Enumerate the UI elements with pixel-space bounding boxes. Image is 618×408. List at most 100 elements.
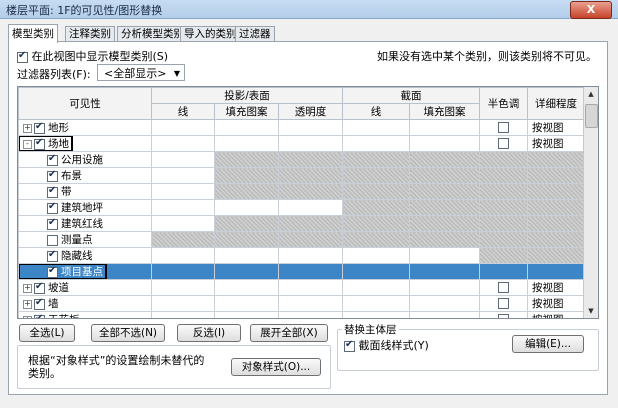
cut-line-cell[interactable] [342,119,410,136]
detail-level-cell[interactable]: 按视图 [527,119,585,136]
category-name-cell[interactable]: 带 [18,183,152,200]
header-visibility[interactable]: 可见性 [18,87,152,120]
transparency-cell[interactable] [278,119,343,136]
tab-filters[interactable]: 过滤器 [235,26,275,42]
detail-level-cell[interactable] [527,167,585,184]
vertical-scrollbar[interactable]: ▲ ▼ [583,87,598,318]
category-name-cell[interactable]: 项目基点 [18,263,152,280]
category-checkbox[interactable] [47,217,58,230]
category-checkbox[interactable] [47,185,58,198]
proj-fill-cell[interactable] [214,263,279,280]
cut-line-cell[interactable] [342,311,410,318]
proj-fill-cell[interactable] [214,311,279,318]
category-row[interactable]: 测量点 [18,231,585,248]
cut-fill-cell[interactable] [409,279,480,296]
proj-fill-cell[interactable] [214,199,279,216]
proj-line-cell[interactable] [151,199,215,216]
category-name-cell[interactable]: - 场地 [18,135,152,152]
select-none-button[interactable]: 全部不选(N) [91,324,165,342]
category-checkbox[interactable] [47,234,58,246]
proj-line-cell[interactable] [151,167,215,184]
proj-fill-cell[interactable] [214,167,279,184]
detail-level-cell[interactable] [527,231,585,248]
collapse-icon[interactable]: - [23,139,32,149]
proj-line-cell[interactable] [151,263,215,280]
transparency-cell[interactable] [278,151,343,168]
cut-line-cell[interactable] [342,135,410,152]
cut-line-styles-checkbox[interactable] [344,339,355,352]
category-name-cell[interactable]: 隐藏线 [18,247,152,264]
proj-fill-cell[interactable] [214,183,279,200]
scroll-up-icon[interactable]: ▲ [584,87,598,101]
cut-fill-cell[interactable] [409,311,480,318]
halftone-checkbox[interactable] [498,298,509,309]
proj-line-cell[interactable] [151,151,215,168]
category-row[interactable]: 建筑地坪 [18,199,585,216]
proj-line-cell[interactable] [151,231,215,248]
category-row[interactable]: + 天花板 按视图 [18,311,585,318]
category-name-cell[interactable]: +墙 [18,295,152,312]
category-checkbox[interactable] [34,281,45,294]
transparency-cell[interactable] [278,295,343,312]
transparency-cell[interactable] [278,135,343,152]
halftone-cell[interactable] [479,263,528,280]
cut-fill-cell[interactable] [409,247,480,264]
transparency-cell[interactable] [278,199,343,216]
expand-all-button[interactable]: 展开全部(X) [250,324,328,342]
halftone-checkbox[interactable] [498,122,509,133]
category-row[interactable]: - 场地 按视图 [18,135,585,152]
detail-level-cell[interactable] [527,215,585,232]
detail-level-cell[interactable] [527,199,585,216]
edit-button[interactable]: 编辑(E)... [512,335,584,353]
tab-annotation-categories[interactable]: 注释类别 [65,26,115,42]
show-model-checkbox[interactable] [17,50,28,63]
scroll-thumb[interactable] [585,104,598,128]
expand-icon[interactable]: + [23,123,32,133]
category-row[interactable]: 公用设施 [18,151,585,168]
proj-line-cell[interactable] [151,247,215,264]
category-name-cell[interactable]: 建筑红线 [18,215,152,232]
transparency-cell[interactable] [278,279,343,296]
category-row[interactable]: 项目基点 [18,263,585,280]
category-name-cell[interactable]: 公用设施 [18,151,152,168]
halftone-cell[interactable] [479,215,528,232]
category-checkbox[interactable] [47,201,58,214]
proj-fill-cell[interactable] [214,215,279,232]
cut-line-cell[interactable] [342,199,410,216]
detail-level-cell[interactable] [527,151,585,168]
halftone-cell[interactable] [479,167,528,184]
detail-level-cell[interactable] [527,263,585,280]
proj-fill-cell[interactable] [214,135,279,152]
proj-line-cell[interactable] [151,279,215,296]
select-all-button[interactable]: 全选(L) [19,324,75,342]
detail-level-cell[interactable] [527,247,585,264]
category-checkbox[interactable] [47,169,58,182]
category-row[interactable]: + 坡道 按视图 [18,279,585,296]
category-row[interactable]: + 地形 按视图 [18,119,585,136]
halftone-checkbox[interactable] [498,314,509,318]
scroll-down-icon[interactable]: ▼ [584,304,598,318]
proj-fill-cell[interactable] [214,279,279,296]
category-checkbox[interactable] [47,265,58,278]
expand-icon[interactable]: + [23,315,32,318]
cut-fill-cell[interactable] [409,231,480,248]
detail-level-cell[interactable]: 按视图 [527,279,585,296]
halftone-cell[interactable] [479,119,528,136]
cut-line-cell[interactable] [342,295,410,312]
proj-line-cell[interactable] [151,295,215,312]
expand-icon[interactable]: + [23,283,32,293]
tab-model-categories[interactable]: 模型类别 [8,24,58,43]
cut-fill-cell[interactable] [409,263,480,280]
detail-level-cell[interactable]: 按视图 [527,135,585,152]
category-row[interactable]: 带 [18,183,585,200]
cut-line-cell[interactable] [342,279,410,296]
proj-fill-cell[interactable] [214,151,279,168]
cut-line-cell[interactable] [342,215,410,232]
category-name-cell[interactable]: + 天花板 [18,311,152,318]
halftone-cell[interactable] [479,279,528,296]
halftone-cell[interactable] [479,295,528,312]
invert-selection-button[interactable]: 反选(I) [177,324,241,342]
cut-fill-cell[interactable] [409,135,480,152]
transparency-cell[interactable] [278,247,343,264]
halftone-cell[interactable] [479,311,528,318]
